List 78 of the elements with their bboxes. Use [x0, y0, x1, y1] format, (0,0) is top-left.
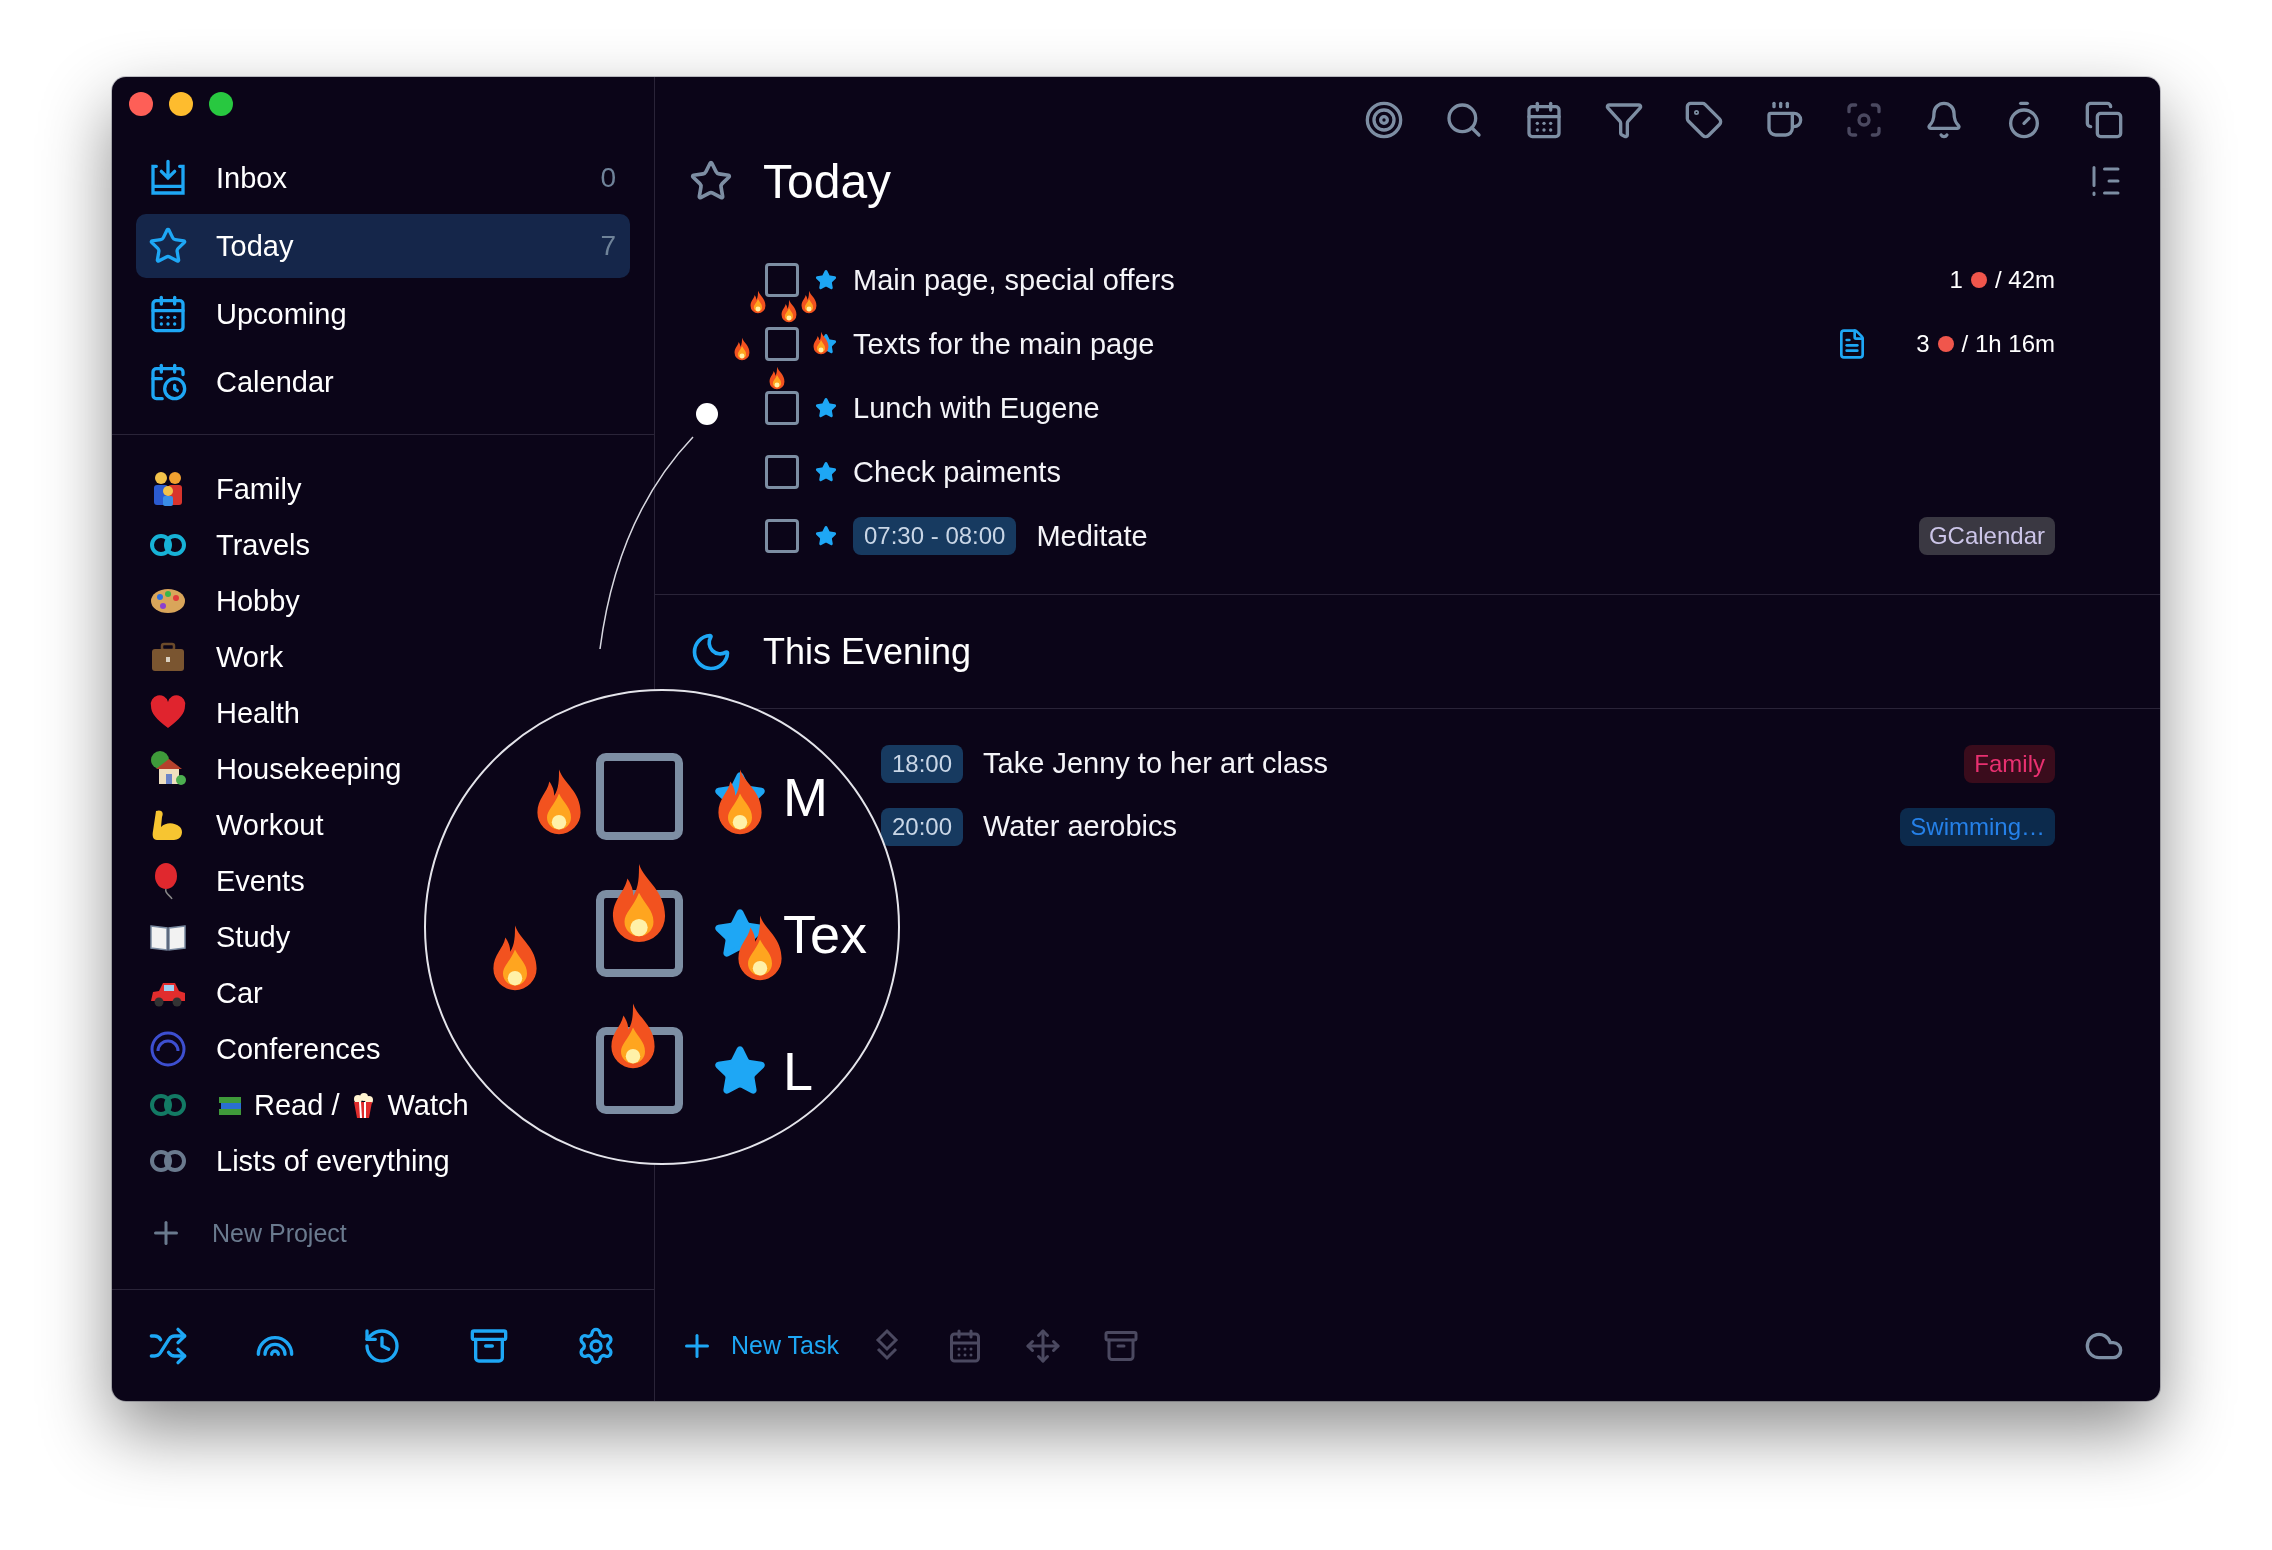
filter-icon[interactable] — [1604, 100, 1644, 140]
flame-icon — [811, 331, 831, 355]
project-item[interactable]: Hobby — [112, 573, 300, 629]
nav-item[interactable]: Calendar — [136, 350, 630, 414]
task-title: L — [783, 1039, 814, 1102]
new-task-button[interactable]: New Task — [679, 1327, 839, 1364]
tag: Family — [1964, 744, 2055, 783]
section-title: This Evening — [763, 630, 972, 673]
checkbox[interactable] — [765, 327, 799, 361]
project-item[interactable]: Health — [112, 685, 300, 741]
calendar-icon — [148, 294, 188, 334]
tag: Swimming… — [1900, 807, 2055, 846]
flame-icon — [767, 366, 787, 390]
flame-icon — [748, 290, 768, 314]
nav-item[interactable]: Inbox 0 — [136, 146, 630, 210]
tag-icon[interactable] — [1684, 100, 1724, 140]
checkbox[interactable] — [765, 519, 799, 553]
project-item[interactable]: Housekeeping — [112, 741, 402, 797]
task-title[interactable]: Lunch with Eugene — [853, 391, 1100, 425]
task-title: Tex — [783, 902, 868, 965]
project-item[interactable]: Conferences — [112, 1021, 381, 1077]
bell-icon[interactable] — [1924, 100, 1964, 140]
flame-icon — [779, 299, 799, 323]
checkbox[interactable] — [765, 455, 799, 489]
target-icon[interactable] — [1364, 100, 1404, 140]
flame-icon — [799, 290, 819, 314]
task-title: M — [783, 765, 828, 828]
checkbox[interactable] — [765, 263, 799, 297]
flame-icon — [732, 337, 752, 361]
time-badge: 20:00 — [881, 807, 964, 846]
time-badge: 07:30 - 08:00 — [853, 517, 1017, 555]
project-item[interactable]: Workout — [112, 797, 324, 853]
project-item[interactable]: Read / — [254, 1088, 340, 1122]
calendar-icon[interactable] — [1524, 100, 1564, 140]
star-icon — [815, 269, 837, 291]
new-project-button[interactable]: New Project — [112, 1205, 654, 1261]
task-title[interactable]: Check paiments — [853, 455, 1061, 489]
task-title[interactable]: Texts for the main page — [853, 327, 1155, 361]
duration: / 1h 16m — [1961, 330, 2055, 358]
nav-item[interactable]: Today 7 — [136, 214, 630, 278]
duration: / 42m — [1994, 266, 2055, 294]
checkbox[interactable] — [765, 391, 799, 425]
settings-icon[interactable] — [576, 1325, 616, 1366]
task-title[interactable]: Main page, special offers — [853, 263, 1175, 297]
pomodoro-count: 3 — [1916, 330, 1930, 358]
tag: GCalendar — [1918, 517, 2055, 555]
star-icon — [815, 461, 837, 483]
shuffle-icon[interactable] — [148, 1325, 188, 1366]
task-title[interactable]: Meditate — [1036, 519, 1148, 553]
pomodoro-count: 1 — [1949, 266, 1963, 294]
search-icon[interactable] — [1444, 100, 1484, 140]
time-badge: 18:00 — [881, 744, 964, 783]
project-item[interactable]: Family — [112, 461, 302, 517]
project-item[interactable]: Work — [112, 629, 284, 685]
project-item[interactable]: Lists of everything — [112, 1133, 450, 1189]
project-item[interactable]: Watch — [387, 1088, 469, 1122]
minimize-button[interactable] — [169, 92, 193, 116]
project-item[interactable]: Events — [112, 853, 305, 909]
pomodoro-dot — [1937, 336, 1954, 352]
project-item[interactable]: Travels — [112, 517, 310, 573]
task-title[interactable]: Water aerobics — [983, 810, 1177, 843]
project-item[interactable]: Study — [112, 909, 291, 965]
nav-item[interactable]: Upcoming — [136, 282, 630, 346]
star-icon — [815, 397, 837, 419]
cup-icon[interactable] — [1764, 100, 1804, 140]
pomodoro-dot — [1970, 272, 1987, 288]
marker-dot — [696, 403, 718, 425]
inbox-icon — [148, 158, 188, 198]
zoom-button[interactable] — [209, 92, 233, 116]
page-title: Today — [763, 153, 893, 209]
project-item[interactable]: Car — [112, 965, 263, 1021]
task-title[interactable]: Take Jenny to her art class — [983, 747, 1328, 780]
calendar-clock-icon — [148, 362, 188, 402]
star-icon — [815, 525, 837, 547]
star-icon — [148, 226, 188, 266]
close-button[interactable] — [129, 92, 153, 116]
circle-icon — [148, 1029, 188, 1069]
copy-icon[interactable] — [2084, 100, 2124, 140]
